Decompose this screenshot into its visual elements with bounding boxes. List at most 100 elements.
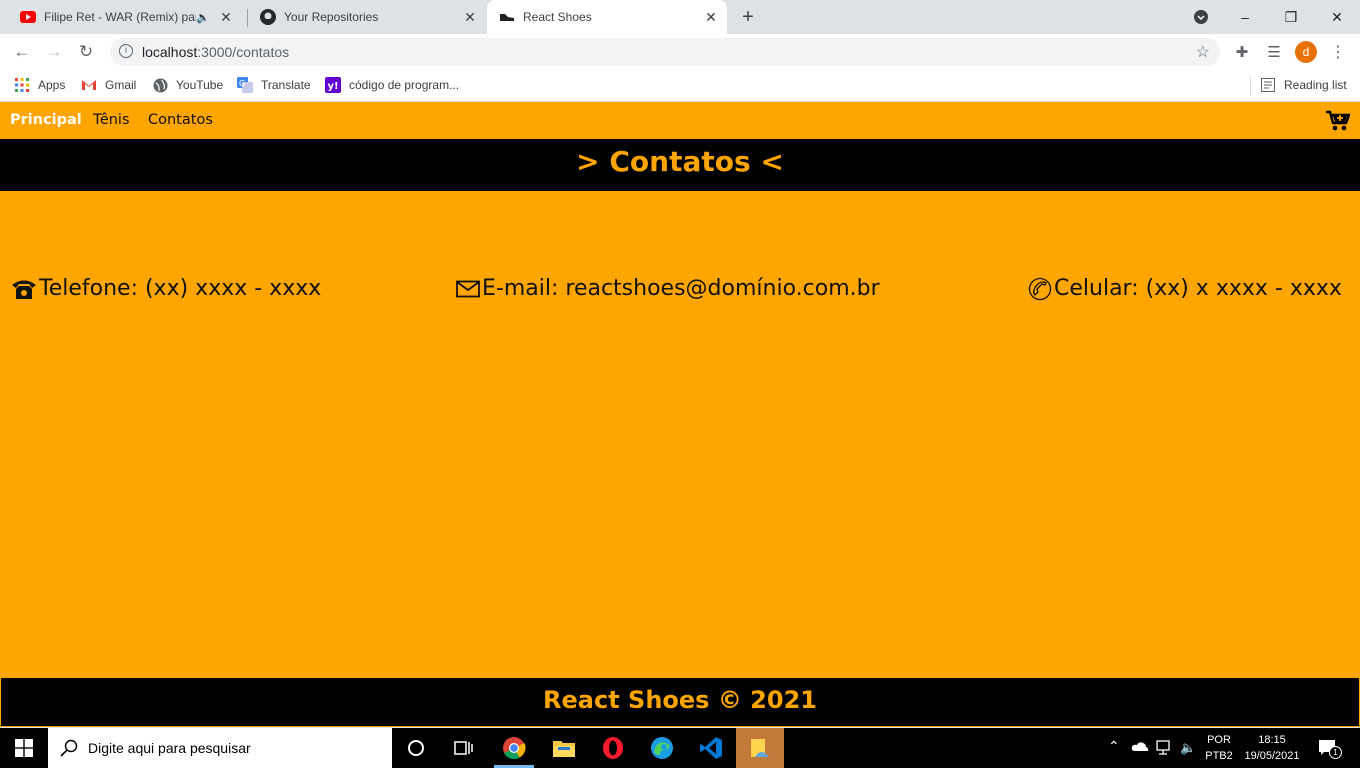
notification-center-icon[interactable]: 1 bbox=[1318, 739, 1342, 764]
search-placeholder: Digite aqui para pesquisar bbox=[88, 740, 251, 756]
nav-link-tenis[interactable]: Tênis bbox=[93, 112, 130, 128]
bookmark-label: Gmail bbox=[105, 78, 137, 92]
svg-text:G: G bbox=[239, 79, 245, 88]
reading-list-button[interactable]: Reading list bbox=[1260, 77, 1347, 93]
site-footer: React Shoes © 2021 bbox=[0, 677, 1360, 727]
bookmark-label: Apps bbox=[38, 78, 66, 92]
bookmark-translate[interactable]: G Translate bbox=[237, 77, 311, 93]
language-bottom: PTB2 bbox=[1205, 750, 1233, 762]
bookmarks-divider bbox=[1250, 76, 1251, 96]
url-host: localhost bbox=[142, 44, 198, 60]
chrome-menu-icon[interactable]: ⋮ bbox=[1324, 38, 1352, 66]
close-tab-icon[interactable]: ✕ bbox=[701, 9, 721, 26]
taskbar-search-box[interactable]: Digite aqui para pesquisar bbox=[48, 728, 392, 768]
phone-handset-icon bbox=[1028, 277, 1052, 301]
tab-github[interactable]: Your Repositories ✕ bbox=[240, 0, 486, 34]
clock-date: 19/05/2021 bbox=[1244, 750, 1300, 762]
envelope-icon bbox=[456, 280, 480, 298]
bookmark-label: YouTube bbox=[176, 78, 224, 92]
tray-chevron-icon[interactable]: ⌃ bbox=[1108, 738, 1120, 754]
yahoo-icon: y! bbox=[325, 77, 341, 93]
bookmark-apps[interactable]: Apps bbox=[14, 77, 65, 93]
reading-list-label: Reading list bbox=[1284, 78, 1347, 92]
file-explorer-icon[interactable] bbox=[540, 728, 588, 768]
back-icon[interactable]: ← bbox=[8, 38, 36, 66]
tab-title: Your Repositories bbox=[284, 10, 379, 24]
close-tab-icon[interactable]: ✕ bbox=[216, 9, 236, 26]
language-top: POR bbox=[1207, 734, 1231, 746]
site-info-icon[interactable]: i bbox=[119, 44, 133, 58]
bookmark-label: Translate bbox=[261, 78, 311, 92]
cortana-icon[interactable] bbox=[392, 728, 440, 768]
contact-text: Celular: (xx) x xxxx - xxxx bbox=[1054, 276, 1342, 301]
tab-title: React Shoes bbox=[523, 10, 592, 24]
cart-icon[interactable] bbox=[1326, 110, 1351, 136]
volume-icon[interactable]: 🔈 bbox=[1180, 740, 1196, 756]
tab-title: Filipe Ret - WAR (Remix) part bbox=[44, 10, 196, 24]
profile-initial: d bbox=[1295, 41, 1317, 63]
translate-icon: G bbox=[237, 77, 253, 93]
media-control-icon[interactable]: ☰ bbox=[1260, 38, 1288, 66]
bookmark-codigo[interactable]: y! código de program... bbox=[325, 77, 459, 93]
address-bar[interactable]: i localhost:3000/contatos ☆ bbox=[110, 38, 1220, 66]
vscode-icon[interactable] bbox=[687, 728, 735, 768]
extensions-icon[interactable]: ✚ bbox=[1228, 38, 1256, 66]
telephone-icon bbox=[11, 278, 37, 300]
restore-icon[interactable]: ❐ bbox=[1268, 0, 1314, 34]
close-window-icon[interactable]: ✕ bbox=[1314, 0, 1360, 34]
browser-toolbar: ← → ↻ i localhost:3000/contatos ☆ ✚ ☰ d … bbox=[0, 34, 1360, 70]
url-path: :3000/contatos bbox=[197, 44, 290, 60]
bookmarks-bar: Apps Gmail YouTube G Translate y! código… bbox=[0, 70, 1360, 102]
bookmark-youtube[interactable]: YouTube bbox=[152, 77, 223, 93]
active-app-icon[interactable] bbox=[736, 728, 784, 768]
network-icon[interactable] bbox=[1156, 740, 1174, 761]
gmail-icon bbox=[81, 77, 97, 93]
tab-react-shoes[interactable]: React Shoes ✕ bbox=[487, 0, 727, 34]
bookmark-label: código de program... bbox=[349, 78, 460, 92]
profile-avatar[interactable]: d bbox=[1292, 38, 1320, 66]
bookmark-gmail[interactable]: Gmail bbox=[81, 77, 136, 93]
language-indicator[interactable]: POR PTB2 bbox=[1204, 732, 1234, 764]
reading-list-icon bbox=[1260, 77, 1276, 93]
new-tab-button[interactable]: + bbox=[730, 0, 766, 34]
clock[interactable]: 18:15 19/05/2021 bbox=[1240, 732, 1304, 764]
contact-text: Telefone: (xx) xxxx - xxxx bbox=[39, 276, 322, 301]
forward-icon[interactable]: → bbox=[40, 38, 68, 66]
bookmark-star-icon[interactable]: ☆ bbox=[1196, 42, 1210, 62]
page-title: > Contatos < bbox=[576, 145, 784, 178]
page-heading-bar: > Contatos < bbox=[0, 139, 1360, 191]
globe-icon bbox=[152, 77, 168, 93]
minimize-icon[interactable]: – bbox=[1222, 0, 1268, 34]
web-page: Principal Tênis Contatos > Contatos < Te… bbox=[0, 102, 1360, 727]
task-view-icon[interactable] bbox=[440, 728, 488, 768]
youtube-icon bbox=[20, 9, 36, 25]
windows-taskbar: Digite aqui para pesquisar ⌃ 🔈 POR PTB2 … bbox=[0, 728, 1360, 768]
browser-tab-strip: Filipe Ret - WAR (Remix) part 🔈 ✕ Your R… bbox=[0, 0, 1360, 34]
nav-link-contatos[interactable]: Contatos bbox=[148, 112, 213, 128]
shoe-icon bbox=[499, 9, 515, 25]
chrome-taskbar-icon[interactable] bbox=[490, 728, 538, 768]
url-text: localhost:3000/contatos bbox=[142, 44, 289, 60]
notification-count: 1 bbox=[1329, 746, 1342, 759]
nav-link-principal[interactable]: Principal bbox=[10, 112, 82, 128]
contact-email: E-mail: reactshoes@domínio.com.br bbox=[456, 276, 880, 301]
onedrive-icon[interactable] bbox=[1131, 741, 1149, 757]
windows-start-icon[interactable] bbox=[0, 728, 48, 768]
contact-celular: Celular: (xx) x xxxx - xxxx bbox=[1028, 276, 1342, 301]
close-tab-icon[interactable]: ✕ bbox=[460, 9, 480, 26]
tab-youtube[interactable]: Filipe Ret - WAR (Remix) part 🔈 ✕ bbox=[0, 0, 246, 34]
audio-icon[interactable]: 🔈 bbox=[196, 11, 216, 24]
contact-text: E-mail: reactshoes@domínio.com.br bbox=[482, 276, 880, 301]
clock-time: 18:15 bbox=[1258, 734, 1286, 746]
footer-text: React Shoes © 2021 bbox=[543, 686, 817, 714]
apps-grid-icon bbox=[14, 77, 30, 93]
edge-icon[interactable] bbox=[638, 728, 686, 768]
search-icon bbox=[60, 739, 78, 762]
github-icon bbox=[260, 9, 276, 25]
contact-telefone: Telefone: (xx) xxxx - xxxx bbox=[11, 276, 321, 301]
reload-icon[interactable]: ↻ bbox=[72, 38, 100, 66]
opera-icon[interactable] bbox=[589, 728, 637, 768]
svg-text:y!: y! bbox=[328, 81, 339, 92]
tab-search-icon[interactable] bbox=[1178, 0, 1224, 34]
site-navbar: Principal Tênis Contatos bbox=[0, 102, 1360, 139]
